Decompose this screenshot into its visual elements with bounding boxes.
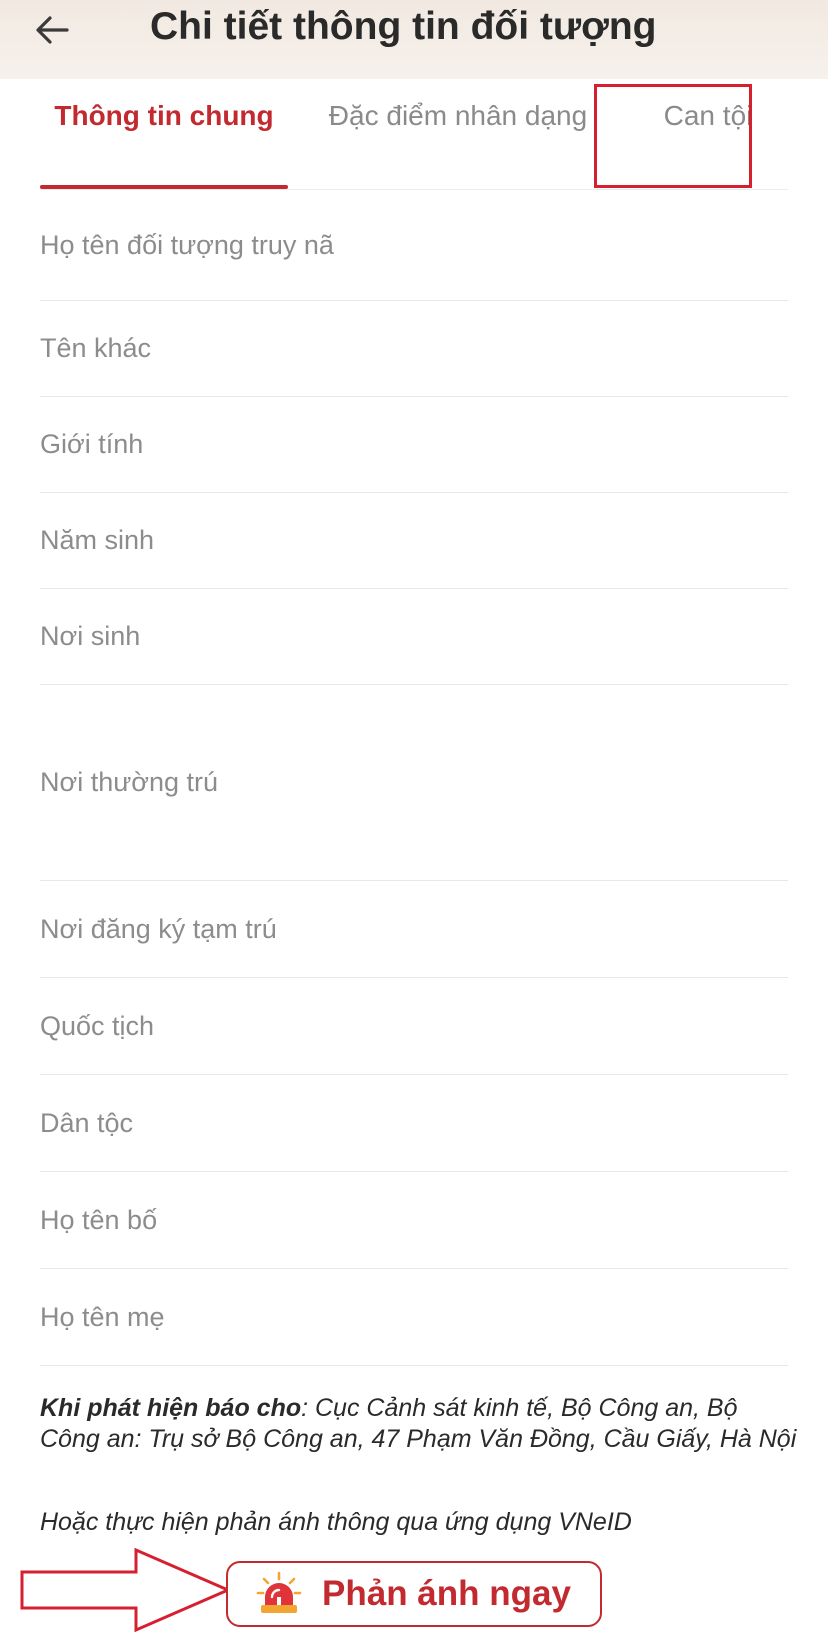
field-label: Nơi đăng ký tạm trú xyxy=(40,913,277,944)
field-row-birth-year: Năm sinh xyxy=(40,493,788,589)
field-label: Họ tên mẹ xyxy=(40,1301,165,1332)
report-to-label: Khi phát hiện báo cho xyxy=(40,1394,302,1422)
active-tab-indicator xyxy=(40,185,288,189)
field-row-father-name: Họ tên bố xyxy=(40,1172,788,1269)
field-label: Dân tộc xyxy=(40,1107,134,1138)
field-label: Họ tên bố xyxy=(40,1204,158,1235)
field-label: Quốc tịch xyxy=(40,1010,155,1041)
report-contact-note: Khi phát hiện báo cho: Cục Cảnh sát kinh… xyxy=(40,1393,800,1455)
field-row-nationality: Quốc tịch xyxy=(40,978,788,1075)
field-list: Họ tên đối tượng truy nã Tên khác Giới t… xyxy=(40,190,788,1366)
field-row-full-name: Họ tên đối tượng truy nã xyxy=(40,190,788,301)
field-label: Họ tên đối tượng truy nã xyxy=(40,229,334,260)
field-row-permanent-residence: Nơi thường trú xyxy=(40,685,788,881)
field-label: Năm sinh xyxy=(40,525,155,555)
vneid-note: Hoặc thực hiện phản ánh thông qua ứng dụ… xyxy=(40,1508,632,1536)
tab-identifying-features[interactable]: Đặc điểm nhân dạng xyxy=(298,99,618,133)
annotation-highlight-box xyxy=(594,84,752,188)
field-row-gender: Giới tính xyxy=(40,397,788,493)
back-button[interactable] xyxy=(30,8,74,52)
field-label: Nơi thường trú xyxy=(40,767,219,797)
annotation-arrow-icon xyxy=(20,1547,232,1633)
arrow-left-icon xyxy=(36,16,69,44)
field-label: Tên khác xyxy=(40,333,152,363)
page-title: Chi tiết thông tin đối tượng xyxy=(150,5,657,48)
report-now-label: Phản ánh ngay xyxy=(322,1574,571,1613)
field-row-ethnicity: Dân tộc xyxy=(40,1075,788,1172)
field-row-alias: Tên khác xyxy=(40,301,788,397)
tab-general-info[interactable]: Thông tin chung xyxy=(40,99,288,133)
field-row-birthplace: Nơi sinh xyxy=(40,589,788,685)
field-row-temporary-residence: Nơi đăng ký tạm trú xyxy=(40,881,788,978)
field-label: Nơi sinh xyxy=(40,621,141,651)
field-row-mother-name: Họ tên mẹ xyxy=(40,1269,788,1366)
field-label: Giới tính xyxy=(40,429,144,459)
siren-icon xyxy=(256,1571,302,1617)
report-now-button[interactable]: Phản ánh ngay xyxy=(226,1561,602,1627)
app-header: Chi tiết thông tin đối tượng xyxy=(0,0,828,79)
